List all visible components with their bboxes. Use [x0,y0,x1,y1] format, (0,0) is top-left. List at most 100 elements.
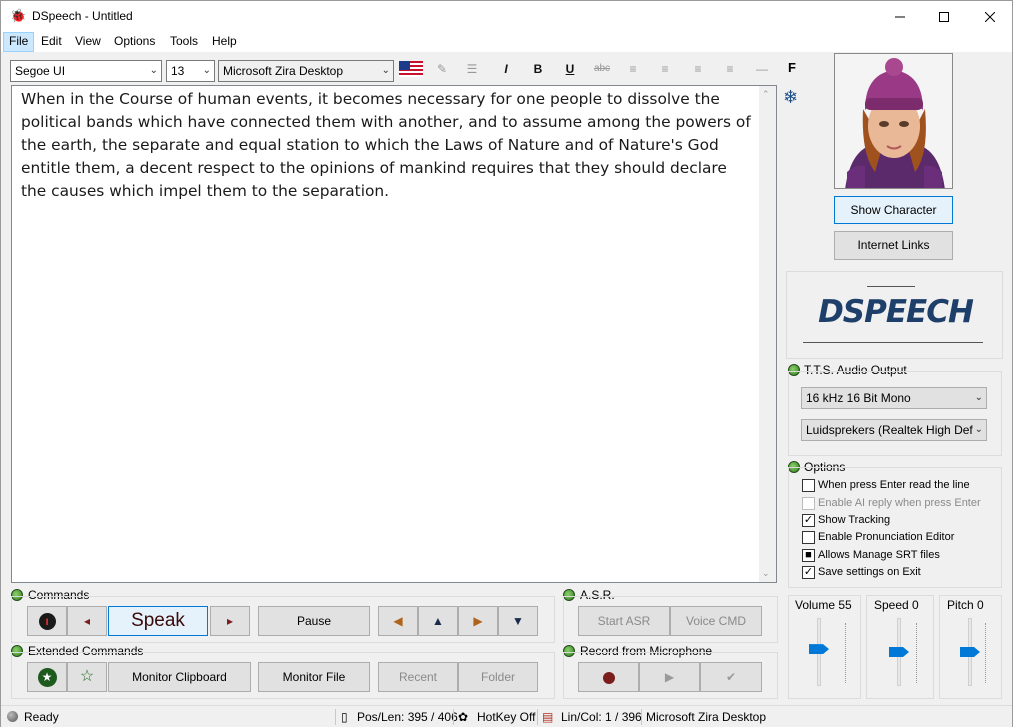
slider-ticks [985,623,989,683]
option-pronunciation-editor[interactable]: Enable Pronunciation Editor [802,530,992,546]
checkbox[interactable]: ✓ [802,514,815,527]
font-select[interactable]: Segoe UI ⌄ [10,60,162,82]
clear-format-icon[interactable]: ✎ [431,59,453,79]
status-divider [641,709,642,725]
maximize-button[interactable] [921,1,967,32]
nav-right-button[interactable]: ▶ [458,606,498,636]
editor-scrollbar[interactable]: ⌃ ⌄ [759,86,776,582]
status-divider [453,709,454,725]
voice-value: Microsoft Zira Desktop [223,64,344,78]
stop-button[interactable]: ı [27,606,67,636]
italic-button[interactable]: I [495,59,517,79]
recent-button[interactable]: Recent [378,662,458,692]
f-button[interactable]: F [788,60,796,75]
hotkey-icon: ✿ [458,710,469,724]
pause-button[interactable]: Pause [258,606,370,636]
option-show-tracking[interactable]: ✓ Show Tracking [802,513,992,529]
font-value: Segoe UI [15,64,66,78]
underline-button[interactable]: U [559,59,581,79]
menu-view[interactable]: View [70,32,106,52]
confirm-recording-button[interactable]: ✔ [700,662,762,692]
scroll-up-icon[interactable]: ⌃ [762,89,770,100]
play-recording-button[interactable]: ▶ [639,662,700,692]
checkmark-icon: ✔ [725,670,737,684]
star-circle-icon: ★ [37,668,57,688]
checkbox[interactable]: ■ [802,549,815,562]
audio-format-select[interactable]: 16 kHz 16 Bit Mono ⌄ [801,387,987,409]
voice-select[interactable]: Microsoft Zira Desktop ⌄ [218,60,394,82]
speed-slider[interactable] [889,618,909,686]
font-size-select[interactable]: 13 ⌄ [166,60,215,82]
start-asr-button[interactable]: Start ASR [578,606,670,636]
nav-up-button[interactable]: ▲ [418,606,458,636]
audio-device-select[interactable]: Luidsprekers (Realtek High Def ⌄ [801,419,987,441]
pitch-slider[interactable] [960,618,980,686]
menu-edit[interactable]: Edit [36,32,67,52]
monitor-file-button[interactable]: Monitor File [258,662,370,692]
status-voice: Microsoft Zira Desktop [646,710,767,724]
bullet-list-icon[interactable]: ☰ [461,59,483,79]
previous-button[interactable]: ◂ [67,606,107,636]
align-center-icon[interactable]: ≡ [654,59,676,79]
menu-file[interactable]: File [3,32,35,52]
status-bar: Ready ▯ Pos/Len: 395 / 406 ✿ HotKey Off … [1,705,1012,727]
option-label: When press Enter read the line [818,479,970,491]
checkbox[interactable] [802,531,815,544]
snowflake-icon[interactable]: ❄ [783,87,798,108]
option-label: Enable AI reply when press Enter [818,497,981,509]
arrow-left-icon: ◂ [83,614,91,628]
nav-down-button[interactable]: ▼ [498,606,538,636]
maximize-icon [939,11,949,22]
minimize-button[interactable] [877,1,923,32]
align-justify-icon[interactable]: ≡ [719,59,741,79]
logo-divider [867,286,915,287]
star-icon: ☆ [79,668,95,685]
stop-icon: ı [38,613,56,631]
slider-ticks [916,623,920,683]
option-save-on-exit[interactable]: ✓ Save settings on Exit [802,565,992,581]
option-srt-files[interactable]: ■ Allows Manage SRT files [802,548,992,564]
menu-tools[interactable]: Tools [165,32,203,52]
document-text[interactable]: When in the Course of human events, it b… [21,88,756,203]
clipboard-icon: ▯ [341,710,348,724]
scroll-down-icon[interactable]: ⌄ [762,568,770,579]
close-icon [985,11,995,22]
chevron-down-icon: ⌄ [202,65,211,76]
audio-device-value: Luidsprekers (Realtek High Def [806,423,973,437]
show-character-button[interactable]: Show Character [834,196,953,224]
bold-button[interactable]: B [527,59,549,79]
align-right-icon[interactable]: ≡ [687,59,709,79]
chevron-down-icon: ⌄ [381,65,390,76]
next-button[interactable]: ▸ [210,606,250,636]
checkbox[interactable] [802,479,815,492]
status-light-icon [7,711,18,722]
language-flag-icon[interactable] [399,61,423,77]
volume-slider[interactable] [809,618,829,686]
record-icon [602,671,615,684]
voice-cmd-button[interactable]: Voice CMD [670,606,762,636]
nav-left-button[interactable]: ◀ [378,606,418,636]
strikethrough-button[interactable]: abc [591,59,613,79]
checkbox[interactable] [802,497,815,510]
app-window: 🐞 DSpeech - Untitled File Edit View Opti… [0,0,1013,727]
menu-options[interactable]: Options [109,32,160,52]
speak-button[interactable]: Speak [108,606,208,636]
favorite-button[interactable]: ★ [27,662,67,692]
bookmark-button[interactable]: ☆ [67,662,107,692]
document-icon: ▤ [542,710,554,724]
option-label: Allows Manage SRT files [818,549,940,561]
close-button[interactable] [967,1,1013,32]
monitor-clipboard-button[interactable]: Monitor Clipboard [108,662,251,692]
checkbox[interactable]: ✓ [802,566,815,579]
align-left-icon[interactable]: ≡ [622,59,644,79]
internet-links-button[interactable]: Internet Links [834,231,953,260]
option-ai-reply[interactable]: Enable AI reply when press Enter [802,496,992,512]
status-hotkey: HotKey Off [477,710,536,724]
horizontal-line-icon[interactable]: — [751,59,773,79]
text-editor[interactable]: When in the Course of human events, it b… [11,85,777,583]
folder-button[interactable]: Folder [458,662,538,692]
option-label: Save settings on Exit [818,566,921,578]
record-button[interactable] [578,662,639,692]
option-enter-read-line[interactable]: When press Enter read the line [802,478,992,494]
menu-help[interactable]: Help [207,32,242,52]
